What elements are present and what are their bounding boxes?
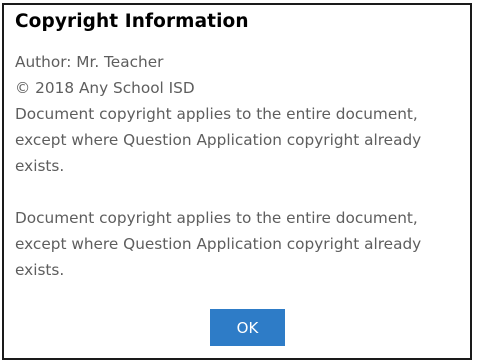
copyright-dialog: Copyright Information Author: Mr. Teache… [2,3,472,360]
document-copyright-notice: Document copyright applies to the entire… [15,101,475,179]
notice-line: Document copyright applies to the entire… [15,209,418,227]
notice-line: exists. [15,157,65,175]
dialog-body: Author: Mr. Teacher © 2018 Any School IS… [15,49,475,283]
notice-line: Document copyright applies to the entire… [15,105,418,123]
notice-line: except where Question Application copyri… [15,131,422,149]
notice-line: except where Question Application copyri… [15,235,422,253]
dialog-title: Copyright Information [15,11,249,32]
copyright-text: © 2018 Any School ISD [15,79,195,97]
ok-button[interactable]: OK [210,309,285,346]
question-copyright-notice: Document copyright applies to the entire… [15,205,475,283]
author-text: Author: Mr. Teacher [15,53,164,71]
notice-line: exists. [15,261,65,279]
